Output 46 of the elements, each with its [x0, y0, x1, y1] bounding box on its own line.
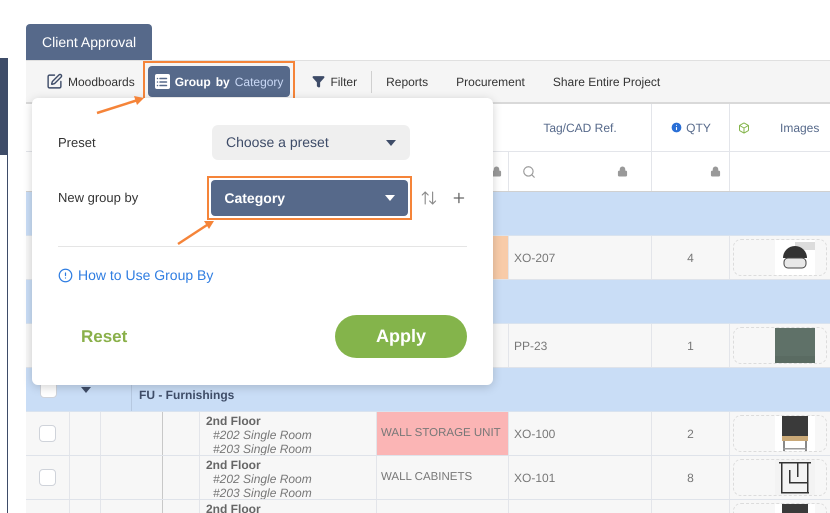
- toolbar-link[interactable]: Reports: [386, 72, 428, 90]
- tag-text: XO-207: [514, 250, 556, 266]
- floor-label: 2nd Floor: [206, 502, 262, 513]
- sort-icon[interactable]: [420, 189, 438, 207]
- filter-icon: [312, 75, 326, 88]
- column-header[interactable]: Images: [780, 118, 820, 136]
- info-icon: [58, 268, 73, 283]
- help-link[interactable]: How to Use Group By: [58, 265, 467, 286]
- room-label: #202 Single Room: [212, 428, 313, 442]
- floor-label: 2nd Floor: [206, 414, 262, 428]
- image-slot[interactable]: [733, 459, 827, 496]
- qty-text: 2: [687, 426, 694, 442]
- checkbox[interactable]: [39, 469, 56, 486]
- item-name-cell: WALL STORAGE UNIT: [377, 412, 509, 455]
- list-icon: [154, 74, 170, 89]
- column-header[interactable]: Tag/CAD Ref.: [543, 118, 617, 136]
- preset-label: Preset: [58, 134, 97, 152]
- group-by-label: New group by: [58, 189, 140, 208]
- tag-text: XO-101: [514, 470, 556, 486]
- qty-text: 4: [687, 250, 694, 266]
- image-slot[interactable]: [733, 415, 827, 452]
- filter-button[interactable]: Filter: [312, 70, 372, 92]
- caret-icon: [385, 195, 396, 201]
- item-name-cell: WALL CABINETS: [377, 456, 509, 499]
- moodboard-icon: [46, 73, 63, 90]
- toolbar-link[interactable]: Share Entire Project: [552, 72, 660, 90]
- preset-select[interactable]: Choose a preset: [212, 125, 410, 160]
- tab[interactable]: Client Approval: [26, 24, 152, 60]
- checkbox[interactable]: [39, 425, 56, 442]
- tag-text: PP-23: [514, 338, 548, 354]
- group-value: FU - Furnishings: [139, 387, 234, 404]
- qty-text: 8: [687, 470, 694, 486]
- toolbar-link[interactable]: Procurement: [456, 72, 525, 90]
- tag-text: XO-100: [514, 426, 556, 442]
- info-icon: [670, 121, 684, 134]
- search-icon: [522, 164, 536, 178]
- group-by-button[interactable]: Group by Category: [148, 66, 290, 97]
- caret-icon: [386, 140, 396, 146]
- cube-icon: [738, 122, 750, 134]
- group-by-select[interactable]: Category: [211, 180, 408, 216]
- room-label: #202 Single Room: [212, 472, 313, 486]
- moodboards-button[interactable]: Moodboards: [46, 72, 135, 90]
- qty-text: 1: [687, 338, 694, 354]
- floor-label: 2nd Floor: [206, 458, 262, 472]
- column-header[interactable]: QTY: [686, 118, 711, 136]
- image-slot[interactable]: [733, 239, 827, 276]
